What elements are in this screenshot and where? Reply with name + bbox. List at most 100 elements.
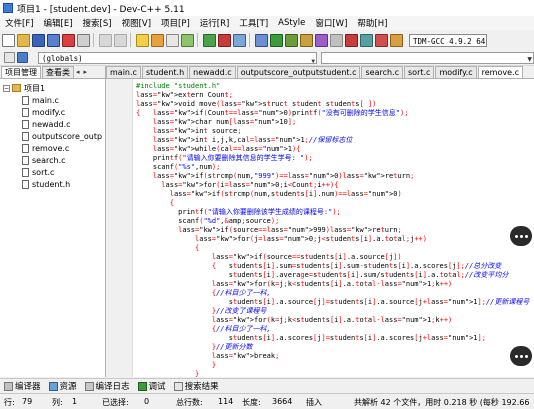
goto-line-icon[interactable] — [181, 33, 194, 47]
chart-icon[interactable] — [375, 33, 388, 47]
redo-icon[interactable] — [114, 33, 127, 47]
tab-class-browser[interactable]: 查看类 — [42, 66, 74, 78]
tab-search-c[interactable]: search.c — [361, 66, 403, 78]
open-folder-icon[interactable] — [17, 33, 30, 47]
code-line[interactable]: scanf("%d",&amp;source); — [136, 217, 529, 226]
tree-file-item[interactable]: newadd.c — [0, 118, 105, 130]
code-line[interactable]: lass="kw">void move(lass="kw">struct stu… — [136, 100, 529, 109]
code-line[interactable]: lass="kw">for(j=lass="num">0;j<students[… — [136, 235, 529, 244]
find-icon[interactable] — [136, 33, 149, 47]
insert-icon[interactable] — [4, 52, 15, 63]
code-line[interactable]: printf("请输入你要删除该学生成绩的课程号:"); — [136, 208, 529, 217]
code-line[interactable]: lass="kw">if(strcmp(num,students[i].num)… — [136, 190, 529, 199]
code-line[interactable]: printf("请输入你要删除其信息的学生学号: "); — [136, 154, 529, 163]
tree-file-item[interactable]: search.c — [0, 154, 105, 166]
close-file-icon[interactable] — [62, 33, 75, 47]
menu-edit[interactable]: 编辑[E] — [39, 17, 78, 29]
code-line[interactable]: { lass="kw">if(Count==lass="num">0)print… — [136, 109, 529, 118]
replace-icon[interactable] — [151, 33, 164, 47]
menu-project[interactable]: 项目[P] — [156, 17, 195, 29]
tree-file-item[interactable]: outputscore_outp — [0, 130, 105, 142]
project-options-icon[interactable] — [233, 33, 246, 47]
menu-file[interactable]: 文件[F] — [0, 17, 39, 29]
code-line[interactable]: } — [136, 361, 529, 370]
tab-project-manager[interactable]: 项目管理 — [1, 66, 41, 78]
tree-file-item[interactable]: remove.c — [0, 142, 105, 154]
tab-modify-c[interactable]: modify.c — [435, 66, 477, 78]
check-icon[interactable] — [315, 33, 328, 47]
code-line[interactable]: } — [136, 370, 529, 377]
tab-main-c[interactable]: main.c — [106, 66, 141, 78]
code-line[interactable]: lass="kw">for(k=j;k<students[i].a.total-… — [136, 280, 529, 289]
code-line[interactable]: scanf("%s",num); — [136, 163, 529, 172]
code-line[interactable]: lass="kw">if(source==students[i].a.sourc… — [136, 253, 529, 262]
menu-run[interactable]: 运行[R] — [195, 17, 235, 29]
tab-compile-log[interactable]: 编译日志 — [81, 380, 134, 392]
profile-icon[interactable] — [360, 33, 373, 47]
code-line[interactable]: lass="kw">int i,j,k,cal=lass="num">1;//保… — [136, 136, 529, 145]
remove-from-project-icon[interactable] — [218, 33, 231, 47]
code-line[interactable]: students[i].a.scores[j]=students[i].a.sc… — [136, 334, 529, 343]
tree-file-item[interactable]: main.c — [0, 94, 105, 106]
code-line[interactable]: students[i].a.source[j]=students[i].a.so… — [136, 298, 530, 307]
code-text[interactable]: #include "student.h" lass="kw">extern Cou… — [136, 82, 529, 377]
code-line[interactable]: lass="kw">while(cal==lass="num">1){ — [136, 145, 529, 154]
code-line[interactable]: { students[i].sum=students[i].sum-studen… — [136, 262, 529, 271]
print-icon[interactable] — [77, 33, 90, 47]
run-icon[interactable] — [270, 33, 283, 47]
menu-tools[interactable]: 工具[T] — [234, 17, 273, 29]
tab-compiler[interactable]: 编译器 — [0, 380, 45, 392]
code-line[interactable]: { — [136, 199, 529, 208]
debug-icon[interactable] — [345, 33, 358, 47]
tab-resources[interactable]: 资源 — [45, 380, 81, 392]
rebuild-icon[interactable] — [300, 33, 313, 47]
code-line[interactable]: lass="kw">break; — [136, 352, 529, 361]
compiler-select[interactable]: TDM-GCC 4.9.2 64-bit — [409, 33, 487, 47]
function-select[interactable]: ▼ — [321, 51, 534, 64]
compile-run-icon[interactable] — [285, 33, 298, 47]
new-file-icon[interactable] — [2, 33, 15, 47]
save-all-icon[interactable] — [47, 33, 60, 47]
code-line[interactable]: lass="kw">if(strcmp(num,"999")==lass="nu… — [136, 172, 529, 181]
code-line[interactable]: }//改变了课程号 — [136, 307, 529, 316]
scope-select[interactable]: (globals) ▼ — [38, 51, 317, 65]
find-next-icon[interactable] — [166, 33, 179, 47]
more-options-icon[interactable] — [510, 226, 532, 246]
code-line[interactable]: students[i].average=students[i].sum/stud… — [136, 271, 529, 280]
menu-window[interactable]: 窗口[W] — [310, 17, 352, 29]
stop-icon[interactable] — [330, 33, 343, 47]
tree-file-item[interactable]: sort.c — [0, 166, 105, 178]
code-line[interactable]: { — [136, 244, 529, 253]
tree-project-root[interactable]: − 项目1 — [0, 82, 105, 94]
code-line[interactable]: {//科目少了一科, — [136, 289, 529, 298]
menu-view[interactable]: 视图[V] — [117, 17, 156, 29]
code-line[interactable]: lass="kw">for(k=j;k<students[i].a.total-… — [136, 316, 529, 325]
menu-search[interactable]: 搜索[S] — [78, 17, 117, 29]
tab-remove-c[interactable]: remove.c — [477, 66, 523, 78]
tab-newadd-c[interactable]: newadd.c — [189, 66, 236, 78]
code-line[interactable]: lass="kw">int source; — [136, 127, 529, 136]
menu-astyle[interactable]: AStyle — [273, 18, 310, 28]
more-options-icon[interactable] — [510, 346, 532, 366]
undo-icon[interactable] — [99, 33, 112, 47]
chevron-left-icon[interactable]: ◂ — [74, 66, 82, 78]
toggle-bookmark-icon[interactable] — [17, 52, 28, 63]
code-line[interactable]: lass="kw">char num[lass="num">10]; — [136, 118, 529, 127]
save-icon[interactable] — [32, 33, 45, 47]
palette-icon[interactable] — [390, 33, 403, 47]
collapse-icon[interactable]: − — [3, 84, 10, 92]
code-line[interactable]: {//科目少了一科, — [136, 325, 529, 334]
tab-outputscore-c[interactable]: outputscore_outputstudent.c — [236, 66, 361, 78]
code-editor[interactable]: #include "student.h" lass="kw">extern Cou… — [106, 79, 534, 377]
code-line[interactable]: lass="kw">extern Count; — [136, 91, 529, 100]
code-line[interactable]: lass="kw">for(i=lass="num">0;i<Count;i++… — [136, 181, 529, 190]
code-line[interactable]: #include "student.h" — [136, 82, 529, 91]
code-line[interactable]: lass="kw">if(source==lass="num">999)lass… — [136, 226, 529, 235]
tab-debug[interactable]: 调试 — [134, 380, 170, 392]
chevron-right-icon[interactable]: ▸ — [82, 66, 90, 78]
tree-file-item[interactable]: modify.c — [0, 106, 105, 118]
tab-search-results[interactable]: 搜索结果 — [170, 380, 223, 392]
tab-sort-c[interactable]: sort.c — [404, 66, 435, 78]
tree-file-item[interactable]: student.h — [0, 178, 105, 190]
add-to-project-icon[interactable] — [203, 33, 216, 47]
